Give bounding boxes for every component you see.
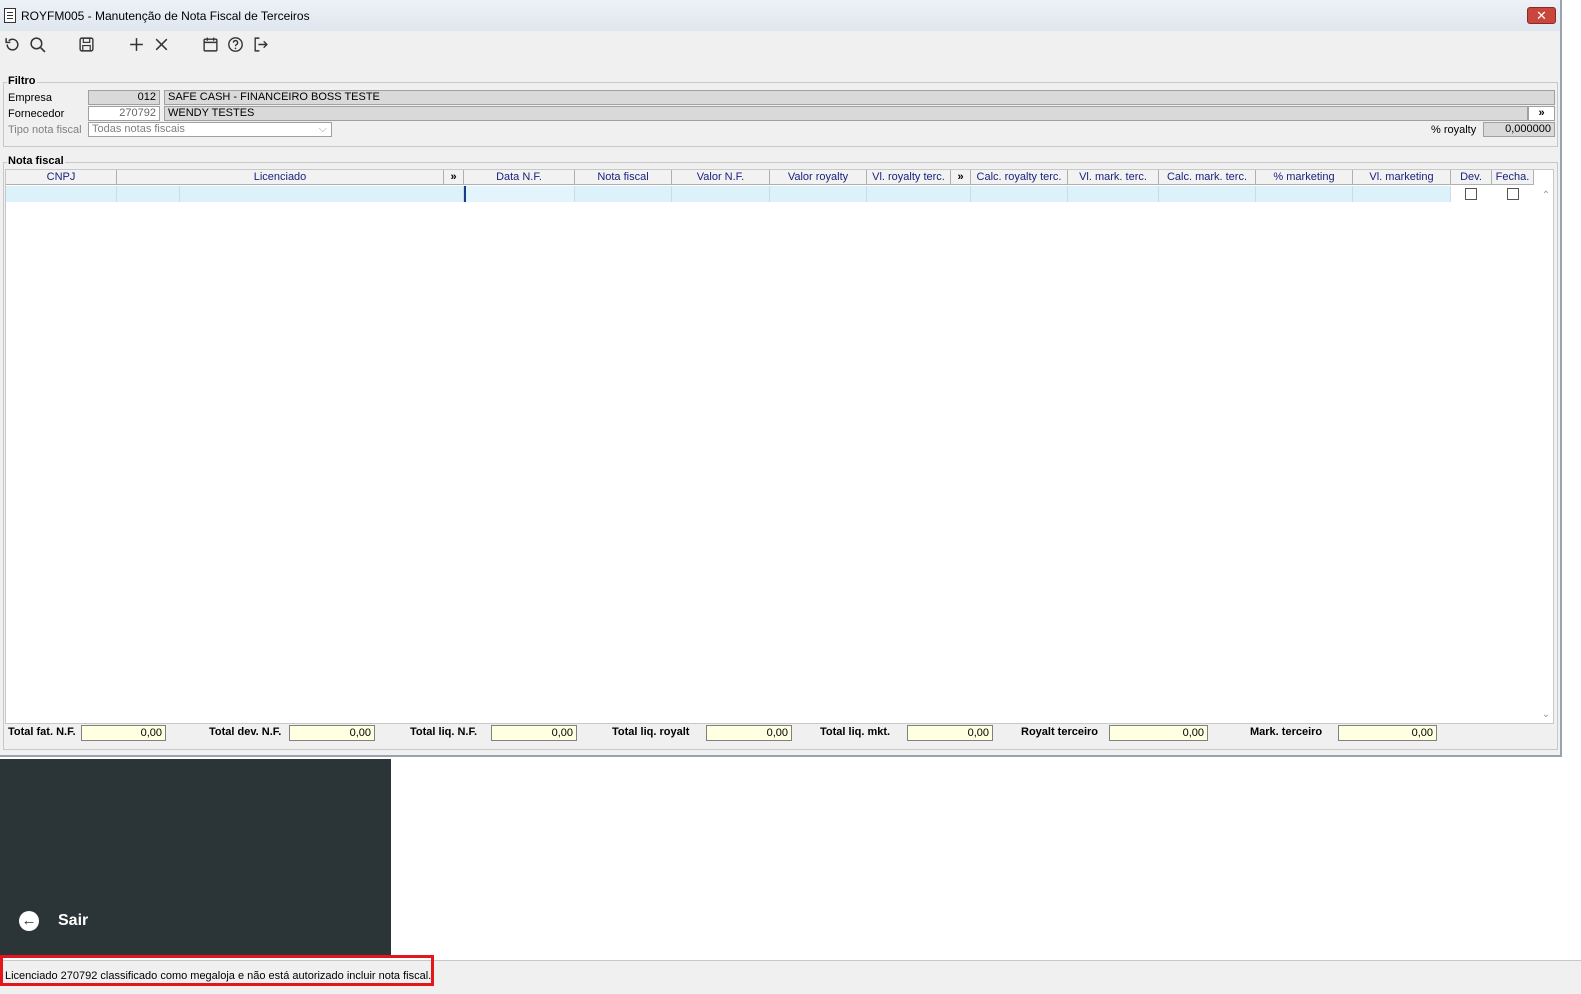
col-header-vl-royalty-terc[interactable]: Vl. royalty terc.	[867, 170, 951, 185]
col-header-valor-nf[interactable]: Valor N.F.	[672, 170, 770, 185]
total-fat-field: 0,00	[81, 725, 166, 741]
table-cell-valor-nf[interactable]	[672, 186, 770, 202]
col-header-nota-fiscal[interactable]: Nota fiscal	[575, 170, 672, 185]
fecha-checkbox[interactable]	[1507, 188, 1519, 200]
col-header-cnpj[interactable]: CNPJ	[6, 170, 117, 185]
table-cell-data-nf[interactable]	[464, 186, 575, 202]
toolbar	[0, 31, 1560, 57]
total-liq-field: 0,00	[491, 725, 577, 741]
table-cell-nota-fiscal[interactable]	[575, 186, 672, 202]
fornecedor-code-field[interactable]: 270792	[88, 106, 160, 121]
fornecedor-name-field: WENDY TESTES	[164, 106, 1528, 121]
col-header-vl-mark-terc[interactable]: Vl. mark. terc.	[1068, 170, 1159, 185]
col-header-valor-royalty[interactable]: Valor royalty	[770, 170, 867, 185]
add-icon[interactable]	[126, 35, 146, 55]
col-expand-button[interactable]: »	[444, 170, 464, 185]
table-cell-licenciado-code[interactable]	[117, 186, 180, 202]
fornecedor-expand-button[interactable]: »	[1528, 106, 1555, 121]
nota-fiscal-grid[interactable]: CNPJ Licenciado » Data N.F. Nota fiscal …	[5, 169, 1554, 724]
search-icon[interactable]	[27, 35, 47, 55]
table-cell-vl-royalty-terc[interactable]	[867, 186, 971, 202]
help-icon[interactable]	[225, 35, 245, 55]
royalty-label: % royalty	[1431, 124, 1477, 136]
main-window: ROYFM005 - Manutenção de Nota Fiscal de …	[0, 0, 1562, 757]
total-mkt-field: 0,00	[907, 725, 993, 741]
document-icon	[4, 8, 16, 23]
col-header-calc-royalty-terc[interactable]: Calc. royalty terc.	[971, 170, 1068, 185]
col-header-fecha[interactable]: Fecha.	[1492, 170, 1534, 185]
table-cell-vl-mark-terc[interactable]	[1068, 186, 1159, 202]
filter-group-title: Filtro	[7, 75, 37, 87]
col-header-data-nf[interactable]: Data N.F.	[464, 170, 575, 185]
mark-terceiro-label: Mark. terceiro	[1250, 726, 1323, 738]
col-header-dev[interactable]: Dev.	[1451, 170, 1492, 185]
total-royalt-field: 0,00	[706, 725, 792, 741]
table-cell-calc-mark-terc[interactable]	[1159, 186, 1256, 202]
total-fat-label: Total fat. N.F.	[8, 726, 76, 738]
window-title: ROYFM005 - Manutenção de Nota Fiscal de …	[21, 9, 310, 23]
scroll-up-arrow[interactable]: ⌃	[1540, 190, 1552, 202]
exit-icon[interactable]	[250, 35, 270, 55]
chevron-down-icon: ⌵	[318, 123, 327, 135]
tipo-nota-value: Todas notas fiscais	[92, 123, 185, 135]
total-royalt-label: Total liq. royalt	[612, 726, 690, 738]
table-cell-pct-marketing[interactable]	[1256, 186, 1353, 202]
status-message: Licenciado 270792 classificado como mega…	[0, 955, 434, 986]
col-header-licenciado[interactable]: Licenciado	[117, 170, 444, 185]
col-expand-button-2[interactable]: »	[951, 170, 971, 185]
col-header-vl-marketing[interactable]: Vl. marketing	[1353, 170, 1451, 185]
save-icon[interactable]	[76, 35, 96, 55]
tipo-nota-select[interactable]: Todas notas fiscais ⌵	[88, 122, 332, 137]
table-cell-vl-marketing[interactable]	[1353, 186, 1451, 202]
total-liq-label: Total liq. N.F.	[410, 726, 478, 738]
total-mkt-label: Total liq. mkt.	[820, 726, 891, 738]
table-cell-licenciado-name[interactable]	[180, 186, 464, 202]
sair-link[interactable]: Sair	[58, 912, 88, 930]
delete-icon[interactable]	[151, 35, 171, 55]
empresa-code-field[interactable]: 012	[88, 90, 160, 105]
empresa-label: Empresa	[8, 92, 53, 104]
royalt-terceiro-label: Royalt terceiro	[1021, 726, 1099, 738]
dev-checkbox[interactable]	[1465, 188, 1477, 200]
arrow-left-icon[interactable]: ←	[19, 911, 39, 931]
mark-terceiro-field: 0,00	[1338, 725, 1437, 741]
calendar-icon[interactable]	[200, 35, 220, 55]
total-dev-field: 0,00	[289, 725, 375, 741]
close-button[interactable]: ✕	[1527, 7, 1556, 24]
title-bar: ROYFM005 - Manutenção de Nota Fiscal de …	[0, 0, 1560, 31]
royalty-field: 0,000000	[1483, 122, 1555, 137]
empresa-name-field: SAFE CASH - FINANCEIRO BOSS TESTE	[164, 90, 1555, 105]
table-cell-cnpj[interactable]	[6, 186, 117, 202]
total-dev-label: Total dev. N.F.	[209, 726, 282, 738]
royalt-terceiro-field: 0,00	[1109, 725, 1208, 741]
refresh-icon[interactable]	[2, 35, 22, 55]
nota-fiscal-group-title: Nota fiscal	[7, 155, 65, 167]
table-cell-valor-royalty[interactable]	[770, 186, 867, 202]
scroll-down-arrow[interactable]: ⌄	[1540, 709, 1552, 721]
table-cell-calc-royalty-terc[interactable]	[971, 186, 1068, 202]
tipo-nota-label: Tipo nota fiscal	[8, 124, 82, 136]
col-header-pct-marketing[interactable]: % marketing	[1256, 170, 1353, 185]
col-header-calc-mark-terc[interactable]: Calc. mark. terc.	[1159, 170, 1256, 185]
fornecedor-label: Fornecedor	[8, 108, 65, 120]
